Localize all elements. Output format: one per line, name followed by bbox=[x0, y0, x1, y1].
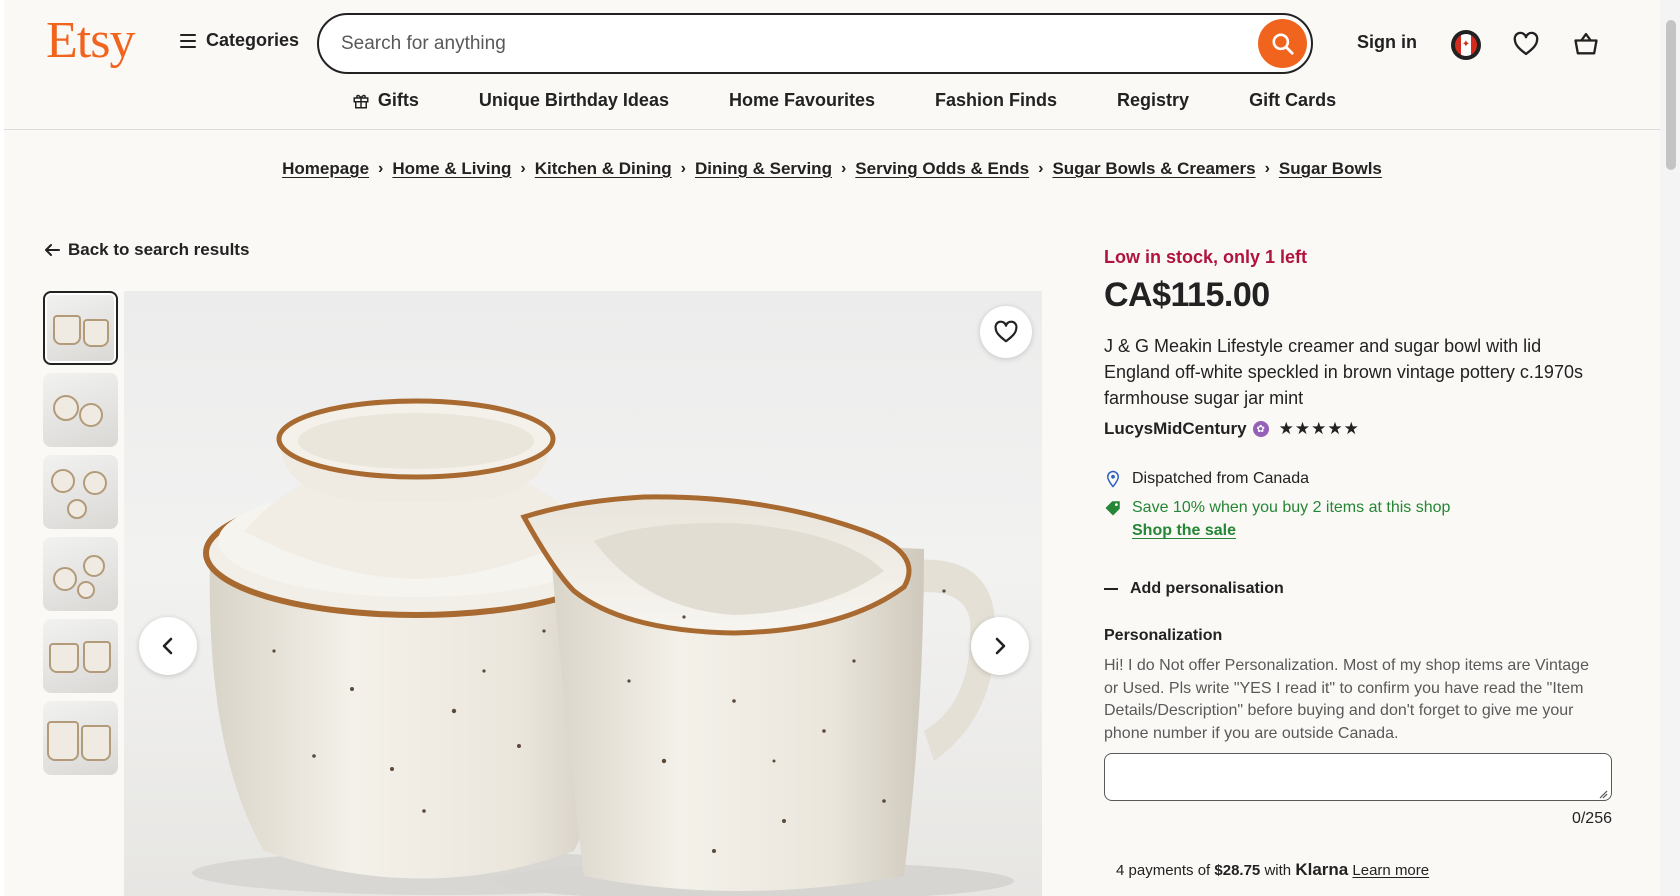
nav-item-birthday[interactable]: Unique Birthday Ideas bbox=[479, 90, 669, 111]
dispatch-label: Dispatched from Canada bbox=[1132, 470, 1309, 487]
klarna-with: with bbox=[1264, 862, 1292, 879]
klarna-amount: $28.75 bbox=[1214, 862, 1261, 879]
page-scrollbar[interactable] bbox=[1660, 0, 1680, 896]
thumbnail-3[interactable] bbox=[43, 455, 118, 529]
klarna-logo: Klarna bbox=[1295, 860, 1349, 879]
location-pin-icon bbox=[1106, 470, 1120, 488]
shop-the-sale-link[interactable]: Shop the sale bbox=[1132, 522, 1236, 540]
canada-flag-icon: ✦ bbox=[1455, 34, 1477, 56]
resize-handle-icon[interactable] bbox=[1598, 789, 1608, 799]
previous-image-button[interactable] bbox=[139, 617, 197, 675]
search-input[interactable] bbox=[341, 15, 1221, 72]
header-divider bbox=[4, 129, 1660, 130]
product-image[interactable] bbox=[124, 291, 1042, 896]
search-button[interactable] bbox=[1258, 19, 1307, 68]
chevron-right-icon: › bbox=[680, 160, 686, 177]
dispatch-info: Dispatched from Canada bbox=[1104, 470, 1309, 488]
search-icon bbox=[1271, 32, 1294, 55]
scrollbar-thumb[interactable] bbox=[1666, 20, 1676, 170]
thumbnail-4[interactable] bbox=[43, 537, 118, 611]
arrow-left-icon bbox=[45, 244, 60, 256]
breadcrumb-link[interactable]: Homepage bbox=[282, 159, 369, 179]
basket-icon bbox=[1574, 32, 1598, 55]
categories-label: Categories bbox=[206, 30, 300, 50]
nav-item-fashion[interactable]: Fashion Finds bbox=[935, 90, 1057, 111]
price: CA$115.00 bbox=[1104, 276, 1270, 314]
chevron-right-icon: › bbox=[840, 160, 847, 177]
breadcrumb-link[interactable]: Kitchen & Dining bbox=[535, 159, 672, 179]
klarna-learn-more-link[interactable]: Learn more bbox=[1352, 862, 1429, 879]
nav-item-registry[interactable]: Registry bbox=[1117, 90, 1189, 111]
cart-button[interactable] bbox=[1572, 30, 1600, 63]
breadcrumb-link[interactable]: Sugar Bowls bbox=[1279, 159, 1382, 179]
chevron-right-icon: › bbox=[520, 160, 526, 177]
favorite-item-button[interactable] bbox=[980, 306, 1032, 358]
chevron-right-icon: › bbox=[378, 160, 384, 177]
shop-name-link[interactable]: LucysMidCentury bbox=[1104, 419, 1247, 439]
sale-label: Save 10% when you buy 2 items at this sh… bbox=[1132, 499, 1451, 516]
page: Etsy Categories Sign in ✦ bbox=[4, 0, 1660, 896]
gift-icon bbox=[353, 94, 369, 108]
klarna-payment-info: 4 payments of $28.75 with Klarna Learn m… bbox=[1116, 860, 1429, 880]
categories-button[interactable]: Categories bbox=[180, 30, 299, 51]
nav-item-home-favourites[interactable]: Home Favourites bbox=[729, 90, 875, 111]
personalization-textarea[interactable] bbox=[1104, 753, 1612, 801]
sale-info: Save 10% when you buy 2 items at this sh… bbox=[1104, 499, 1450, 517]
sign-in-link[interactable]: Sign in bbox=[1357, 32, 1417, 53]
nav-item-gifts[interactable]: Gifts bbox=[352, 90, 419, 111]
rating-stars[interactable]: ★★★★★ bbox=[1279, 419, 1360, 439]
main-nav: Gifts Unique Birthday Ideas Home Favouri… bbox=[4, 90, 1660, 111]
thumbnail-1[interactable] bbox=[43, 291, 118, 365]
menu-icon bbox=[180, 33, 196, 48]
heart-icon bbox=[1513, 31, 1539, 56]
chevron-right-icon: › bbox=[1264, 160, 1270, 177]
chevron-right-icon bbox=[995, 637, 1006, 655]
shop-row: LucysMidCentury ✿ ★★★★★ bbox=[1104, 419, 1360, 439]
character-counter: 0/256 bbox=[1571, 810, 1612, 827]
thumbnail-5[interactable] bbox=[43, 619, 118, 693]
etsy-logo[interactable]: Etsy bbox=[46, 12, 135, 70]
favorites-button[interactable] bbox=[1512, 30, 1540, 63]
region-button[interactable]: ✦ bbox=[1451, 30, 1481, 60]
breadcrumb-link[interactable]: Home & Living bbox=[392, 159, 511, 179]
back-to-results-link[interactable]: Back to search results bbox=[44, 240, 249, 260]
product-photo bbox=[192, 398, 1014, 896]
collapse-icon bbox=[1104, 588, 1118, 590]
next-image-button[interactable] bbox=[971, 617, 1029, 675]
add-personalisation-label: Add personalisation bbox=[1130, 580, 1284, 597]
product-title: J & G Meakin Lifestyle creamer and sugar… bbox=[1104, 336, 1583, 408]
thumbnail-6[interactable] bbox=[43, 701, 118, 775]
back-label: Back to search results bbox=[68, 240, 250, 259]
breadcrumb-link[interactable]: Serving Odds & Ends bbox=[855, 159, 1029, 179]
nav-item-gift-cards[interactable]: Gift Cards bbox=[1249, 90, 1336, 111]
add-personalisation-toggle[interactable]: Add personalisation bbox=[1104, 580, 1284, 598]
breadcrumb: Homepage › Home & Living › Kitchen & Dinin… bbox=[4, 159, 1660, 179]
thumbnail-list bbox=[43, 291, 118, 775]
heart-icon bbox=[994, 320, 1018, 343]
klarna-prefix: 4 payments of bbox=[1116, 862, 1211, 879]
personalization-label: Personalization bbox=[1104, 627, 1223, 644]
star-seller-badge-icon: ✿ bbox=[1252, 421, 1269, 437]
thumbnail-2[interactable] bbox=[43, 373, 118, 447]
chevron-right-icon: › bbox=[1038, 160, 1044, 177]
breadcrumb-link[interactable]: Sugar Bowls & Creamers bbox=[1052, 159, 1255, 179]
stock-notice: Low in stock, only 1 left bbox=[1104, 247, 1308, 267]
personalization-instructions: Hi! I do Not offer Personalization. Most… bbox=[1104, 657, 1589, 742]
tag-icon bbox=[1105, 501, 1120, 516]
chevron-left-icon bbox=[162, 637, 173, 655]
breadcrumb-link[interactable]: Dining & Serving bbox=[695, 159, 832, 179]
search-bar bbox=[317, 13, 1313, 74]
nav-label: Gifts bbox=[377, 90, 419, 110]
